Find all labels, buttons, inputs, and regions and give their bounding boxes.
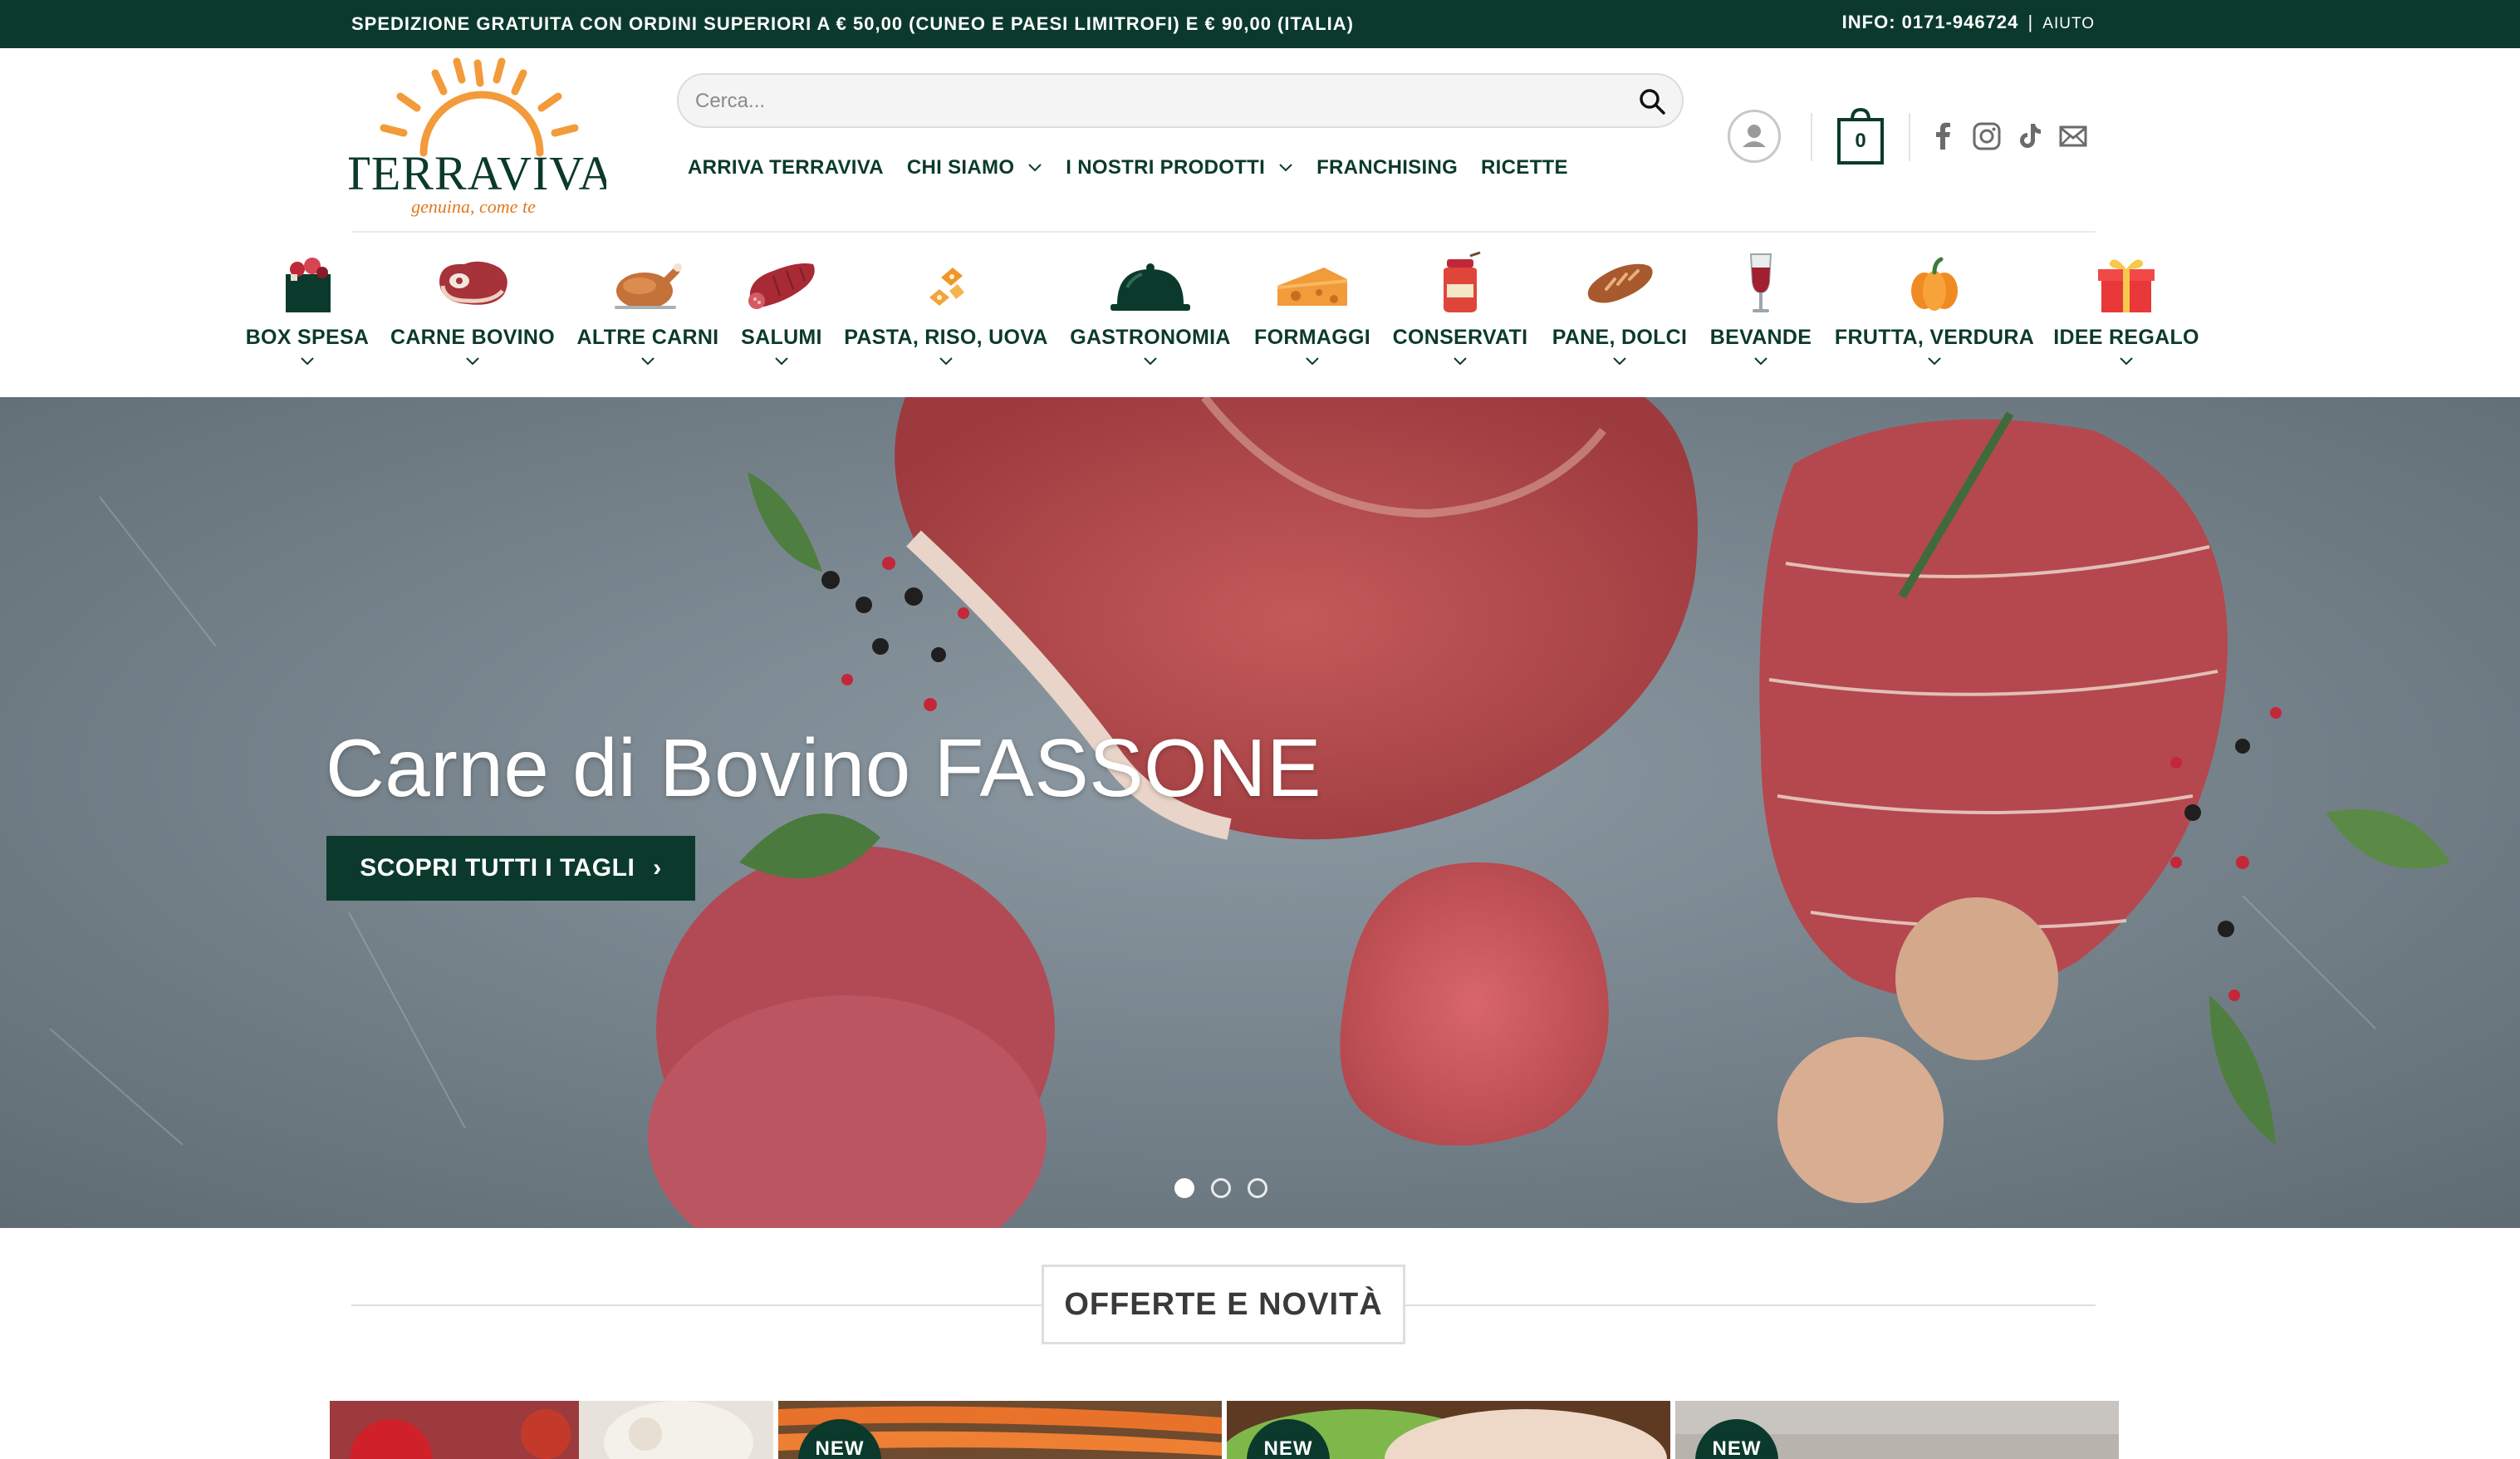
phone-info[interactable]: INFO: 0171-946724 [1842,12,2019,32]
section-divider-left [351,1304,1042,1306]
category-label: PASTA, RISO, UOVA [844,326,1048,349]
jar-icon [1444,251,1481,312]
category-label: BOX SPESA [245,326,370,349]
main-navigation: ARRIVA TERRAVIVA CHI SIAMO I NOSTRI PROD… [688,150,1591,186]
category-label: FRUTTA, VERDURA [1834,326,2035,349]
category-pane-dolci[interactable]: PANE, DOLCI [1547,241,1693,366]
chevron-down-icon [301,357,314,366]
slider-dot[interactable] [1248,1178,1267,1198]
nav-i-nostri-prodotti[interactable]: I NOSTRI PRODOTTI [1066,150,1293,186]
email-icon[interactable] [2058,121,2088,151]
hero-cta-label: SCOPRI TUTTI I TAGLI [360,854,635,882]
category-bevande[interactable]: BEVANDE [1706,241,1816,366]
category-label: GASTRONOMIA [1070,326,1231,349]
category-box-spesa[interactable]: BOX SPESA [241,241,374,366]
pasta-icon [929,268,964,306]
search-bar [677,73,1684,128]
search-input[interactable] [695,83,1609,120]
category-label: SALUMI [741,326,822,349]
category-conservati[interactable]: CONSERVATI [1390,241,1530,366]
instagram-icon[interactable] [1972,121,2002,151]
account-button[interactable] [1728,110,1781,163]
chevron-down-icon [641,357,655,366]
category-idee-regalo[interactable]: IDEE REGALO [2052,241,2201,366]
category-altre-carni[interactable]: ALTRE CARNI [573,241,723,366]
site-logo[interactable]: TERRAVIVA genuina, come te [341,55,614,221]
category-label: PANE, DOLCI [1552,326,1688,349]
shipping-notice: SPEDIZIONE GRATUITA CON ORDINI SUPERIORI… [351,13,1354,34]
header-divider [1909,113,1910,161]
chevron-down-icon [1279,164,1292,172]
section-title: OFFERTE E NOVITÀ [1042,1265,1405,1344]
roast-chicken-icon [615,263,682,309]
search-icon[interactable] [1637,86,1667,116]
category-bar: BOX SPESA CARNE BOVINO ALTRE CARNI SALUM… [0,241,2520,395]
category-label: FORMAGGI [1254,326,1370,349]
chevron-down-icon [466,357,479,366]
grocery-box-icon [286,258,331,312]
slider-dot[interactable] [1174,1178,1194,1198]
slider-dot[interactable] [1211,1178,1231,1198]
category-label: ALTRE CARNI [576,326,719,349]
wine-glass-icon [1749,253,1772,312]
contact-info: INFO: 0171-946724 | AIUTO [1842,0,2095,48]
cart-button[interactable]: 0 [1837,106,1884,165]
top-announcement-bar: SPEDIZIONE GRATUITA CON ORDINI SUPERIORI… [0,0,2520,48]
cart-count: 0 [1855,130,1866,152]
help-link[interactable]: AIUTO [2042,15,2095,32]
category-label: BEVANDE [1709,326,1812,349]
chevron-down-icon [1028,164,1042,172]
header-divider-line [351,231,2096,233]
svg-text:genuina, come te: genuina, come te [411,196,536,217]
category-carne-bovino[interactable]: CARNE BOVINO [385,241,560,366]
header-divider [1811,113,1812,161]
gift-icon [2098,259,2155,312]
chevron-down-icon [1454,357,1467,366]
product-card[interactable]: NEW [778,1401,1222,1459]
bread-icon [1587,263,1653,303]
terraviva-logo-icon: TERRAVIVA genuina, come te [341,57,614,217]
category-label: CARNE BOVINO [390,326,556,349]
facebook-icon[interactable] [1929,121,1959,151]
steak-icon [439,261,507,305]
category-formaggi[interactable]: FORMAGGI [1249,241,1375,366]
category-label: IDEE REGALO [2053,326,2199,349]
chevron-down-icon [1613,357,1626,366]
nav-arriva-terraviva[interactable]: ARRIVA TERRAVIVA [688,150,884,186]
cheese-icon [1277,268,1347,306]
chevron-down-icon [1306,357,1319,366]
category-label: CONSERVATI [1392,326,1528,349]
category-frutta-verdura[interactable]: FRUTTA, VERDURA [1831,241,2038,366]
slider-dots [1174,1178,1267,1198]
salami-icon [748,263,815,309]
pumpkin-icon [1911,257,1958,311]
chevron-down-icon [939,357,953,366]
nav-franchising[interactable]: FRANCHISING [1316,150,1458,186]
hero-cta-button[interactable]: SCOPRI TUTTI I TAGLI › [326,836,695,901]
cloche-icon [1110,263,1190,311]
hero-title: Carne di Bovino FASSONE [326,722,1321,813]
chevron-down-icon [2120,357,2133,366]
nav-ricette[interactable]: RICETTE [1481,150,1568,186]
category-salumi[interactable]: SALUMI [736,241,827,366]
tiktok-icon[interactable] [2015,121,2045,151]
product-card[interactable]: NEW [1675,1401,2119,1459]
chevron-down-icon [1928,357,1941,366]
chevron-down-icon [1144,357,1157,366]
hero-slider[interactable]: Carne di Bovino FASSONE SCOPRI TUTTI I T… [0,397,2520,1228]
chevron-right-icon: › [653,854,662,882]
category-gastronomia[interactable]: GASTRONOMIA [1065,241,1236,366]
chevron-down-icon [775,357,788,366]
nav-chi-siamo[interactable]: CHI SIAMO [907,150,1042,186]
user-icon [1743,125,1766,147]
chevron-down-icon [1754,357,1767,366]
product-card[interactable] [330,1401,773,1459]
product-card[interactable]: NEW [1227,1401,1670,1459]
category-pasta-riso-uova[interactable]: PASTA, RISO, UOVA [842,241,1050,366]
svg-text:TERRAVIVA: TERRAVIVA [349,146,606,200]
section-divider-right [1405,1304,2096,1306]
info-separator: | [2027,12,2034,32]
